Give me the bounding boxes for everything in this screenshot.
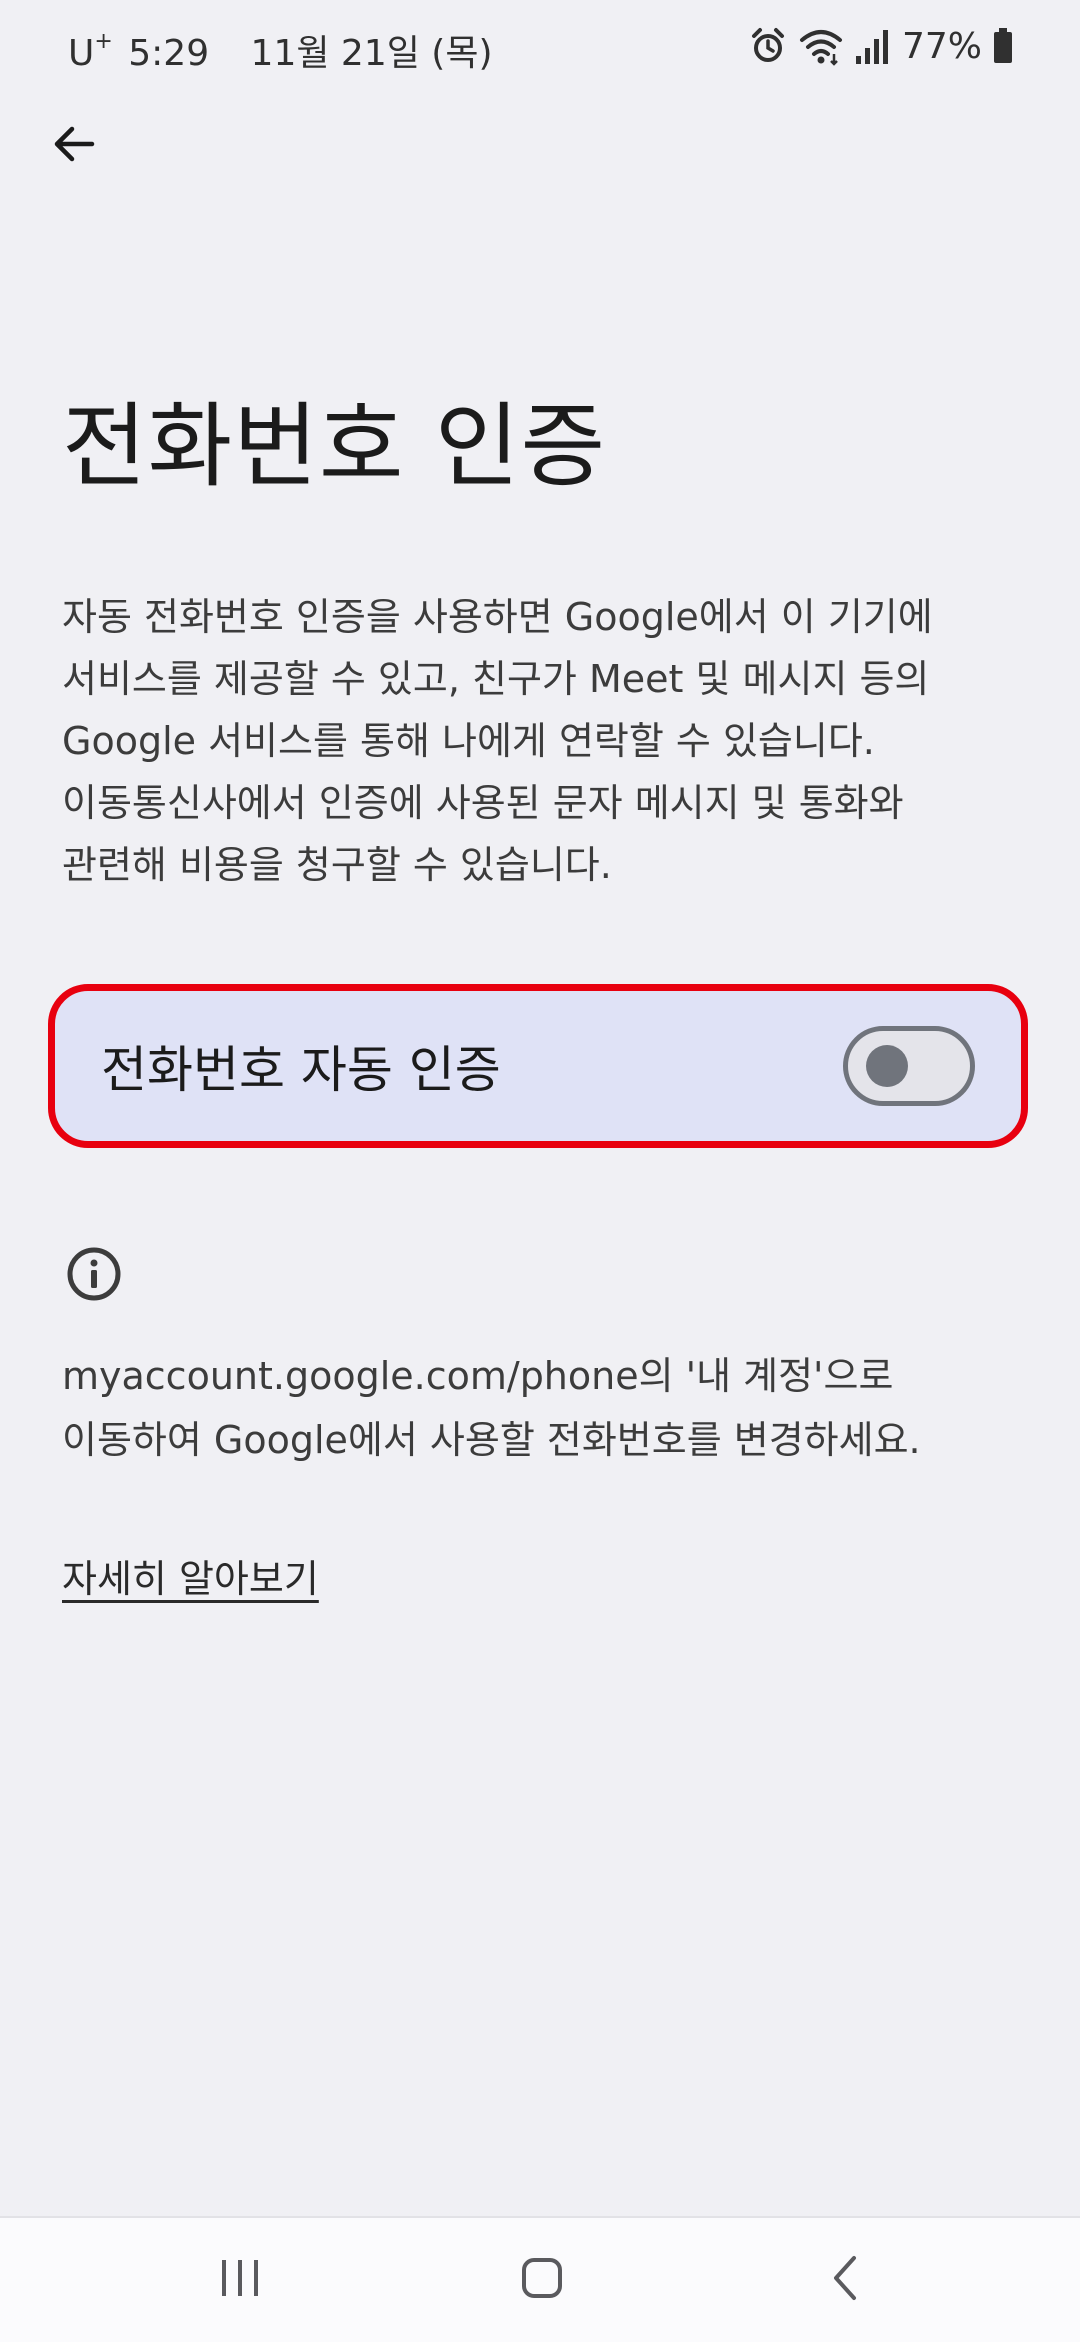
arrow-left-icon xyxy=(50,120,98,172)
status-date: 11월 21일 (목) xyxy=(250,33,493,74)
toggle-label: 전화번호 자동 인증 xyxy=(101,1041,501,1099)
nav-back-button[interactable] xyxy=(806,2246,886,2314)
switch-knob xyxy=(866,1045,908,1087)
battery-percentage: 77% xyxy=(901,25,982,67)
auto-verification-toggle-row[interactable]: 전화번호 자동 인증 xyxy=(48,984,1028,1148)
page-title: 전화번호 인증 xyxy=(62,393,607,500)
learn-more-link[interactable]: 자세히 알아보기 xyxy=(62,1548,319,1603)
carrier-label: U+ xyxy=(68,29,113,74)
info-text: myaccount.google.com/phone의 '내 계정'으로 이동하… xyxy=(62,1354,921,1462)
status-bar: U+ 5:29 11월 21일 (목) 77% xyxy=(0,0,1080,96)
status-left: U+ 5:29 11월 21일 (목) xyxy=(68,24,493,76)
recents-icon xyxy=(216,2256,264,2304)
status-time: 5:29 xyxy=(128,33,210,74)
navigation-bar xyxy=(0,2216,1080,2342)
wifi-icon xyxy=(798,26,844,66)
recents-button[interactable] xyxy=(200,2246,280,2314)
signal-icon xyxy=(854,26,890,66)
info-icon xyxy=(64,1244,124,1304)
battery-icon xyxy=(992,28,1014,64)
home-icon xyxy=(518,2254,566,2306)
auto-verification-switch[interactable] xyxy=(843,1026,975,1106)
page-description: 자동 전화번호 인증을 사용하면 Google에서 이 기기에 서비스를 제공할… xyxy=(62,595,933,887)
home-button[interactable] xyxy=(502,2246,582,2314)
status-icons: 77% xyxy=(748,22,1014,70)
alarm-icon xyxy=(748,26,788,66)
back-button[interactable] xyxy=(44,116,104,176)
back-icon xyxy=(822,2254,870,2306)
